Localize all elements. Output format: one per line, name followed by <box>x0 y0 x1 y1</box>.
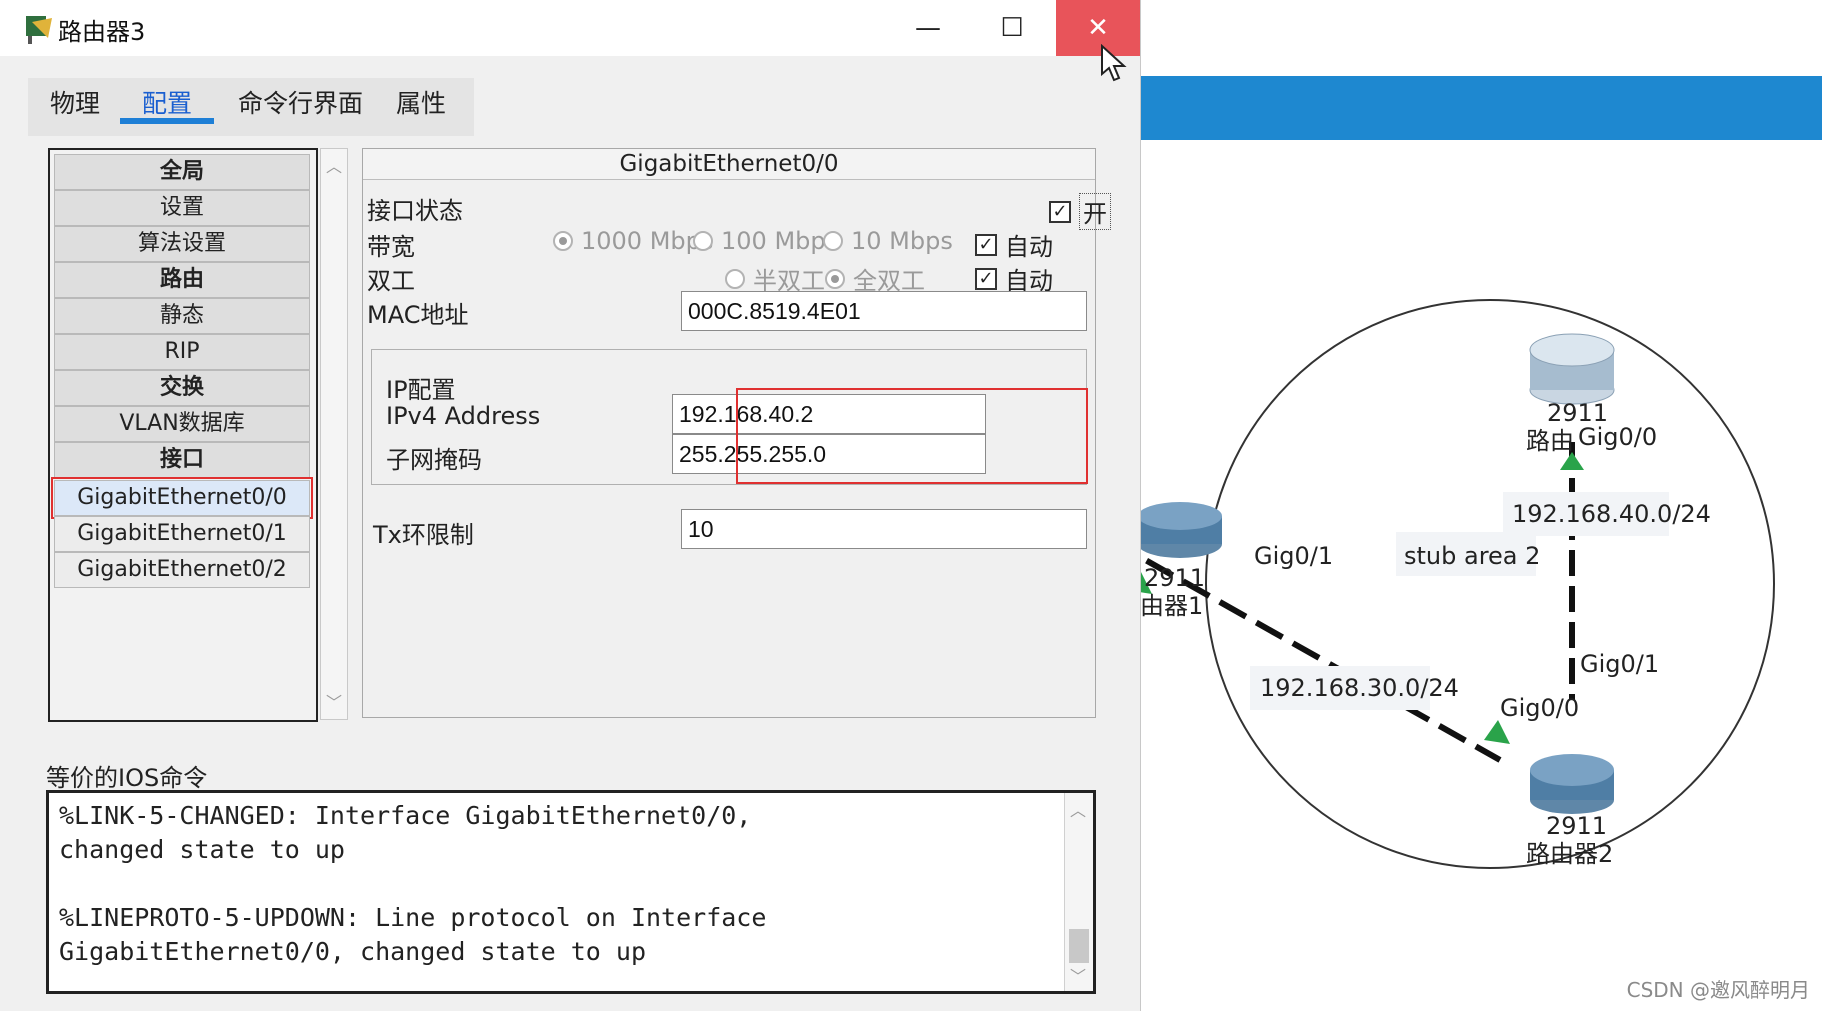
router-bottom-port-up-label: Gig0/1 <box>1580 650 1659 678</box>
checkbox-checked-icon: ✓ <box>975 267 997 290</box>
network-top-label: 192.168.40.0/24 <box>1512 500 1711 528</box>
topology-diagram: 2911 路由 Gig0/0 192.168.40.0/24 stub area… <box>1140 299 1775 869</box>
scroll-thumb[interactable] <box>1069 929 1089 963</box>
nav-switching-header[interactable]: 交换 <box>54 370 310 406</box>
config-nav-list: 全局 设置 算法设置 路由 静态 RIP 交换 VLAN数据库 接口 Gigab… <box>48 148 318 722</box>
ios-console-scrollbar[interactable]: ︿ ﹀ <box>1064 793 1093 991</box>
link-status-up-arrow <box>1484 720 1510 744</box>
port-status-toggle[interactable]: ✓ 开 <box>1049 193 1111 230</box>
router-top-port-label: Gig0/0 <box>1578 423 1657 451</box>
router-left-model: 2911 <box>1144 564 1205 592</box>
tab-attributes[interactable]: 属性 <box>392 84 450 126</box>
nav-global-header[interactable]: 全局 <box>54 154 310 190</box>
ip-highlight-box <box>736 388 1088 484</box>
router-top-name: 路由 <box>1526 427 1574 455</box>
interface-panel-title: GigabitEthernet0/0 <box>363 149 1095 180</box>
radio-selected-icon <box>825 268 845 289</box>
checkbox-checked-icon: ✓ <box>975 233 997 256</box>
bandwidth-10-label: 10 Mbps <box>851 227 953 255</box>
bandwidth-100-radio[interactable]: 100 Mbps <box>693 227 838 255</box>
bandwidth-10-radio[interactable]: 10 Mbps <box>823 227 953 255</box>
router-config-dialog: 路由器3 — ☐ ✕ 物理 配置 命令行界面 属性 全局 设置 算法设置 路由 … <box>0 0 1141 1011</box>
bandwidth-auto-label: 自动 <box>1005 233 1053 261</box>
scroll-down-icon[interactable]: ﹀ <box>326 689 342 713</box>
stub-area-circle <box>1205 299 1775 869</box>
ipv4-address-label: IPv4 Address <box>386 402 541 430</box>
network-left-label: 192.168.30.0/24 <box>1260 674 1459 702</box>
tab-physical[interactable]: 物理 <box>46 84 104 126</box>
active-tab-indicator <box>120 118 214 124</box>
nav-interface-header[interactable]: 接口 <box>54 442 310 478</box>
port-status-label: 接口状态 <box>367 197 463 225</box>
watermark: CSDN @邀风醉明月 <box>1626 978 1810 1002</box>
router-bottom-name: 路由器2 <box>1526 840 1613 868</box>
maximize-button[interactable]: ☐ <box>970 0 1054 56</box>
ip-config-group-label: IP配置 <box>386 376 456 404</box>
nav-item-rip[interactable]: RIP <box>54 334 310 370</box>
router-app-icon <box>26 16 52 44</box>
router-top-icon[interactable] <box>1529 333 1615 405</box>
ios-commands-console[interactable]: %LINK-5-CHANGED: Interface GigabitEthern… <box>46 790 1096 994</box>
bandwidth-100-label: 100 Mbps <box>721 227 839 255</box>
nav-routing-header[interactable]: 路由 <box>54 262 310 298</box>
scroll-up-icon[interactable]: ︿ <box>1070 797 1086 821</box>
mac-address-label: MAC地址 <box>367 301 469 329</box>
bandwidth-auto-checkbox[interactable]: ✓ 自动 <box>975 227 1053 262</box>
port-status-checkbox[interactable]: ✓ <box>1049 200 1071 223</box>
nav-item-vlan-database[interactable]: VLAN数据库 <box>54 406 310 442</box>
scroll-up-icon[interactable]: ︿ <box>326 153 342 177</box>
router-bottom-icon[interactable] <box>1530 754 1614 814</box>
nav-item-algorithm-settings[interactable]: 算法设置 <box>54 226 310 262</box>
ios-commands-label: 等价的IOS命令 <box>46 764 208 792</box>
nav-item-settings[interactable]: 设置 <box>54 190 310 226</box>
ios-console-text: %LINK-5-CHANGED: Interface GigabitEthern… <box>59 801 767 966</box>
radio-selected-icon <box>553 231 573 251</box>
nav-item-gig0-1[interactable]: GigabitEthernet0/1 <box>54 516 310 552</box>
mouse-cursor-icon <box>1101 44 1127 82</box>
minimize-button[interactable]: — <box>886 0 970 56</box>
radio-icon <box>725 268 745 289</box>
router-left-icon[interactable] <box>1140 502 1222 558</box>
nav-item-static[interactable]: 静态 <box>54 298 310 334</box>
router-left-port-label: Gig0/1 <box>1254 542 1333 570</box>
radio-icon <box>823 231 843 251</box>
router-bottom-port-left-label: Gig0/0 <box>1500 694 1579 722</box>
router-left-name: 路由器1 <box>1140 592 1203 620</box>
port-status-on-label: 开 <box>1079 193 1111 230</box>
stub-area-label: stub area 2 <box>1404 542 1540 570</box>
duplex-label: 双工 <box>367 267 415 295</box>
window-title: 路由器3 <box>58 18 146 46</box>
scroll-down-icon[interactable]: ﹀ <box>1070 963 1086 987</box>
nav-item-gig0-0[interactable]: GigabitEthernet0/0 <box>51 477 313 519</box>
mac-address-field[interactable]: 000C.8519.4E01 <box>681 291 1087 331</box>
radio-icon <box>693 231 713 251</box>
tab-cli[interactable]: 命令行界面 <box>234 84 367 126</box>
bandwidth-label: 带宽 <box>367 233 415 261</box>
bandwidth-1000-radio[interactable]: 1000 Mbps <box>553 227 713 255</box>
router-bottom-model: 2911 <box>1546 812 1607 840</box>
title-bar[interactable]: 路由器3 — ☐ ✕ <box>0 0 1140 56</box>
nav-item-gig0-2[interactable]: GigabitEthernet0/2 <box>54 552 310 588</box>
subnet-mask-label: 子网掩码 <box>386 446 482 474</box>
nav-list-scrollbar[interactable]: ︿ ﹀ <box>320 148 348 720</box>
logical-workspace: 2911 路由 Gig0/0 192.168.40.0/24 stub area… <box>1140 0 1822 1011</box>
tx-ring-limit-label: Tx环限制 <box>373 521 474 549</box>
tx-ring-limit-field[interactable]: 10 <box>681 509 1087 549</box>
